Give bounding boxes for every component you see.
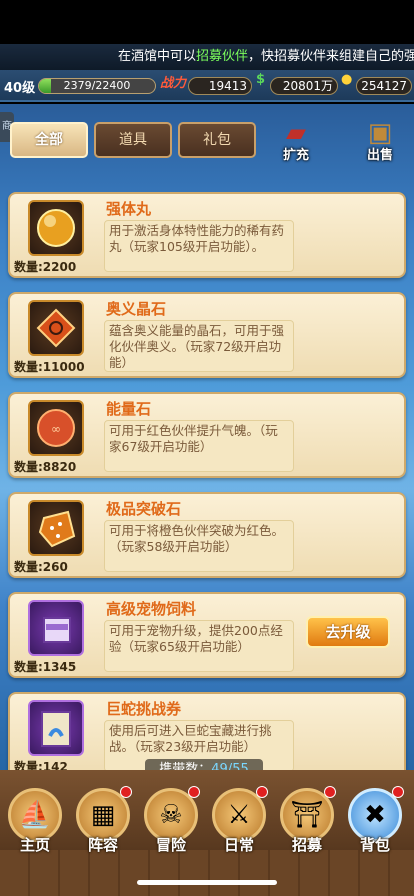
list-item[interactable]: 数量:2200 强体丸 用于激活身体特性能力的稀有药丸（玩家105级开启功能）。 [8, 192, 406, 278]
expand-label: 扩充 [282, 148, 309, 163]
cash-value: 20801万 [270, 77, 338, 95]
item-description: 可用于将橙色伙伴突破为红色。（玩家58级开启功能） [104, 520, 294, 572]
nav-home[interactable]: ⛵ 主页 [4, 788, 66, 858]
backpack-panel: 商 全部 道具 礼包 ▰ 扩充 ▣ 出售 数量:2200 强体丸 用于激活身体特… [0, 104, 414, 804]
upgrade-button[interactable]: 去升级 [306, 616, 390, 648]
notification-dot [188, 786, 200, 798]
svg-text:∞: ∞ [51, 422, 61, 436]
gold-value: 254127 [356, 77, 412, 95]
item-name: 高级宠物饲料 [106, 600, 197, 618]
item-description: 可用于宠物升级，提供200点经验（玩家65级开启功能） [104, 620, 294, 672]
banner-text-suffix: ，快招募伙伴来组建自己的强 [248, 49, 414, 64]
nav-formation[interactable]: ▦ 阵容 [72, 786, 134, 858]
item-description: 用于激活身体特性能力的稀有药丸（玩家105级开启功能）。 [104, 220, 294, 272]
item-name: 奥义晶石 [106, 300, 167, 318]
notification-dot [120, 786, 132, 798]
notification-dot [324, 786, 336, 798]
notification-dot [256, 786, 268, 798]
player-level: 40级 [4, 81, 36, 96]
item-quantity: 数量:8820 [14, 460, 77, 474]
nav-label: 招募 [291, 836, 322, 854]
nav-recruit[interactable]: ⛩ 招募 [276, 786, 338, 858]
notification-dot [392, 786, 404, 798]
nav-backpack[interactable]: ✖ 背包 [344, 786, 406, 858]
power-value: 19413 [188, 77, 252, 95]
item-description: 蕴含奥义能量的晶石，可用于强化伙伴奥义。（玩家72级开启功能） [104, 320, 294, 372]
marquee-banner: 在酒馆中可以招募伙伴，快招募伙伴来组建自己的强 [0, 44, 414, 70]
tab-items[interactable]: 道具 [94, 122, 172, 158]
item-list: 数量:2200 强体丸 用于激活身体特性能力的稀有药丸（玩家105级开启功能）。… [0, 192, 414, 804]
sell-button[interactable]: ▣ 出售 [352, 118, 408, 168]
item-name: 巨蛇挑战券 [106, 700, 182, 718]
power-icon: 战力 [160, 76, 187, 91]
list-item[interactable]: 数量:1345 高级宠物饲料 可用于宠物升级，提供200点经验（玩家65级开启功… [8, 592, 406, 678]
nav-adventure[interactable]: ☠ 冒险 [140, 786, 202, 858]
item-quantity: 数量:11000 [14, 360, 85, 374]
item-description: 可用于红色伙伴提升气魄。（玩家67级开启功能） [104, 420, 294, 472]
item-name: 强体丸 [106, 200, 152, 218]
list-item[interactable]: 数量:11000 奥义晶石 蕴含奥义能量的晶石，可用于强化伙伴奥义。（玩家72级… [8, 292, 406, 378]
energy-stone-icon: ∞ [28, 400, 84, 456]
item-name: 能量石 [106, 400, 152, 418]
tab-all[interactable]: 全部 [10, 122, 88, 158]
status-bar: 40级 2379/22400 战力 19413 $ 20801万 ● 25412… [0, 70, 414, 102]
cash-icon: $ [256, 72, 266, 87]
nav-label: 冒险 [155, 836, 186, 854]
expand-button[interactable]: ▰ 扩充 [268, 118, 324, 168]
item-name: 极品突破石 [106, 500, 182, 518]
exp-text: 2379/22400 [63, 79, 131, 92]
orb-icon [28, 200, 84, 256]
nav-daily[interactable]: ⚔ 日常 [208, 786, 270, 858]
home-indicator[interactable] [137, 880, 277, 885]
tab-gifts[interactable]: 礼包 [178, 122, 256, 158]
breakthrough-stone-icon [28, 500, 84, 556]
item-quantity: 数量:260 [14, 560, 68, 574]
banner-highlight: 招募伙伴 [196, 49, 249, 64]
item-quantity: 数量:2200 [14, 260, 77, 274]
crystal-icon [28, 300, 84, 356]
nav-label: 主页 [19, 836, 50, 854]
nav-label: 背包 [359, 836, 390, 854]
bottom-nav: ⛵ 主页 ▦ 阵容 ☠ 冒险 ⚔ 日常 ⛩ 招募 ✖ 背包 [0, 770, 414, 896]
battle-ticket-icon [28, 700, 84, 756]
top-safe-area [0, 0, 414, 44]
nav-label: 阵容 [87, 836, 118, 854]
gold-coin-icon: ● [341, 72, 353, 87]
exp-bar: 2379/22400 [38, 78, 156, 94]
list-item[interactable]: ∞ 数量:8820 能量石 可用于红色伙伴提升气魄。（玩家67级开启功能） [8, 392, 406, 478]
pet-food-icon [28, 600, 84, 656]
banner-text-prefix: 在酒馆中可以 [118, 49, 197, 64]
nav-label: 日常 [223, 836, 254, 854]
list-item[interactable]: 数量:260 极品突破石 可用于将橙色伙伴突破为红色。（玩家58级开启功能） [8, 492, 406, 578]
item-quantity: 数量:1345 [14, 660, 77, 674]
sell-label: 出售 [366, 148, 393, 163]
